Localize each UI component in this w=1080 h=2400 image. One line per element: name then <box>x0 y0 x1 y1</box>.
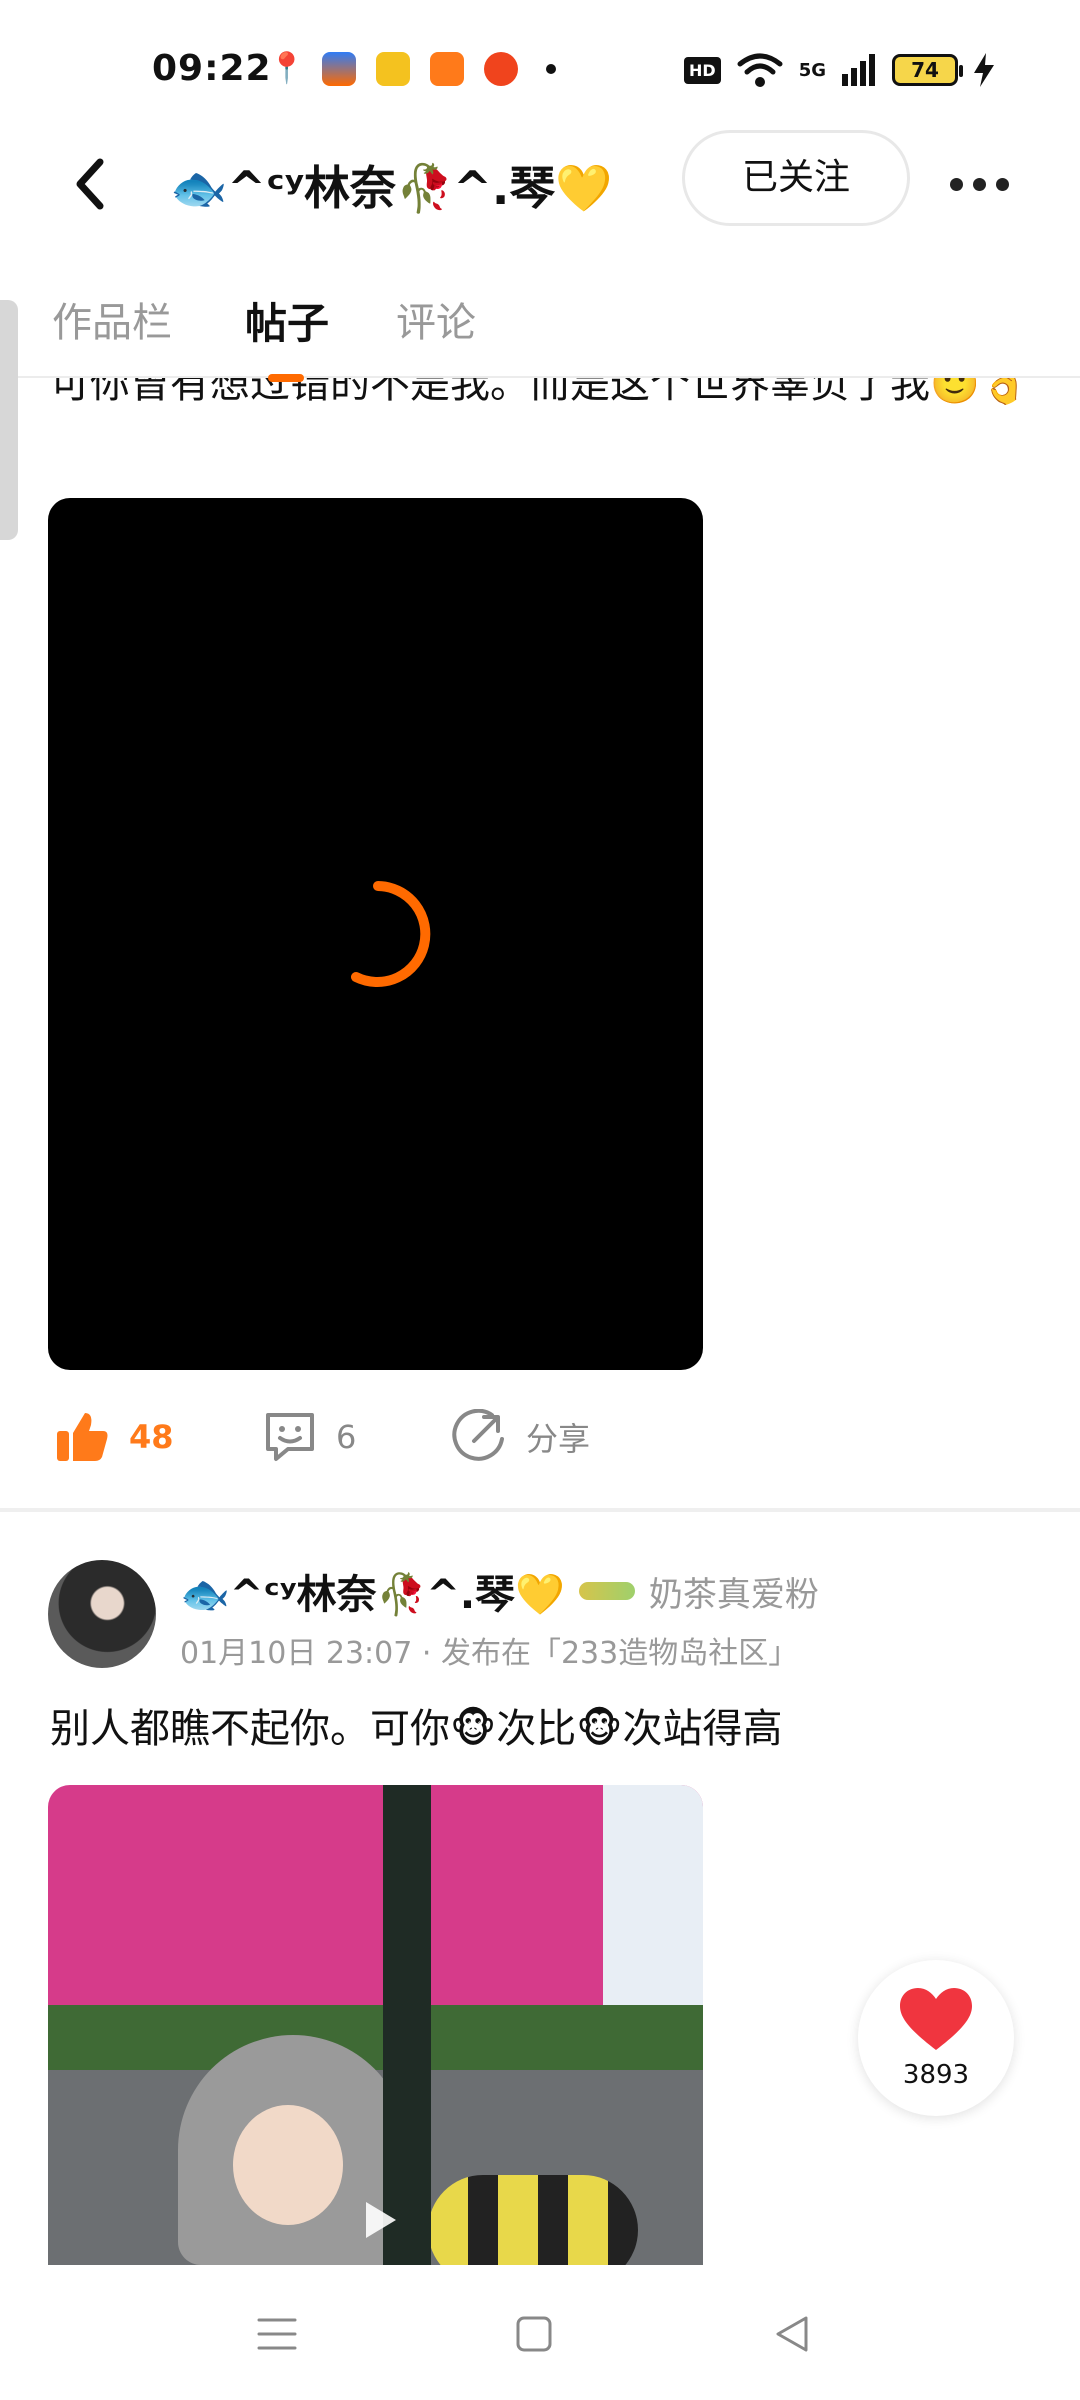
post-video-thumbnail[interactable] <box>48 1785 703 2265</box>
loading-spinner-icon <box>351 881 431 987</box>
post-divider <box>0 1508 1080 1512</box>
system-icons: HD 5G 74 <box>684 52 994 88</box>
fan-badge-icon <box>578 1582 635 1600</box>
fan-label: 奶茶真爱粉 <box>648 1574 819 1615</box>
post-actions: 48 6 分享 <box>0 1405 1080 1481</box>
thumbnail-pole <box>383 1785 431 2265</box>
battery-icon: 74 <box>892 54 963 86</box>
hd-icon: HD <box>684 56 721 84</box>
author-name[interactable]: 🐟^ᶜʸ林奈🥀^.琴💛 <box>180 1562 565 1620</box>
charging-icon <box>974 53 994 87</box>
chevron-left-icon <box>76 158 104 210</box>
back-button[interactable] <box>70 154 118 214</box>
share-icon <box>452 1409 504 1461</box>
map-pin-icon: 📍 <box>268 51 306 86</box>
signal-icon <box>842 54 875 86</box>
more-notifications-dot <box>546 64 556 74</box>
wifi-icon <box>737 53 783 87</box>
like-button[interactable]: 48 <box>55 1409 174 1465</box>
system-nav-bar <box>0 2268 1080 2400</box>
back-nav-icon[interactable] <box>770 2312 814 2356</box>
post-author-row: 🐟^ᶜʸ林奈🥀^.琴💛 奶茶真爱粉 <box>180 1562 819 1620</box>
heart-icon <box>900 1988 972 2050</box>
profile-header: 🐟^ᶜʸ林奈🥀^.琴💛 已关注 <box>0 130 1080 250</box>
comment-icon <box>266 1413 314 1461</box>
network-type: 5G <box>798 59 826 81</box>
menu-icon[interactable] <box>255 2312 299 2356</box>
notes-app-icon <box>376 52 410 86</box>
more-options-button[interactable] <box>950 154 1014 214</box>
game-app-icon <box>430 52 464 86</box>
thumbs-up-icon <box>57 1413 108 1461</box>
active-tab-indicator <box>268 374 304 382</box>
thumbnail-bee-plush <box>428 2175 638 2265</box>
floating-like-button[interactable]: 3893 <box>858 1960 1014 2116</box>
play-icon[interactable] <box>356 2198 400 2242</box>
post-text[interactable]: 别人都瞧不起你。可你🐵次比🐵次站得高 <box>50 1696 783 1754</box>
tab-posts[interactable]: 帖子 <box>245 290 329 351</box>
share-label: 分享 <box>526 1420 591 1458</box>
avatar[interactable] <box>48 1560 156 1668</box>
video-player[interactable] <box>48 498 703 1370</box>
weibo-app-icon <box>484 52 518 86</box>
comment-button[interactable]: 6 <box>262 1409 356 1465</box>
side-drawer-handle[interactable] <box>0 300 18 540</box>
follow-button[interactable]: 已关注 <box>682 130 910 226</box>
home-icon[interactable] <box>512 2312 556 2356</box>
post-meta[interactable]: 01月10日 23:07 · 发布在「233造物岛社区」 <box>180 1628 798 1672</box>
page-title: 🐟^ᶜʸ林奈🥀^.琴💛 <box>170 161 613 215</box>
comment-count: 6 <box>336 1418 357 1456</box>
share-button[interactable]: 分享 <box>452 1409 590 1465</box>
tab-works[interactable]: 作品栏 <box>52 290 172 348</box>
profile-tabs: 作品栏 帖子 评论 <box>0 278 1080 382</box>
more-dot-icon <box>996 177 1009 191</box>
notification-icons: 📍 <box>268 52 556 86</box>
floating-like-count: 3893 <box>902 2060 970 2090</box>
thumbnail-hedge <box>48 2005 703 2075</box>
thumbnail-face <box>233 2105 343 2225</box>
app-notification-icon <box>322 52 356 86</box>
like-count: 48 <box>129 1418 174 1456</box>
status-time: 09:22 <box>152 48 272 89</box>
more-dot-icon <box>973 177 986 191</box>
status-bar: 09:22 📍 HD 5G 74 <box>0 0 1080 130</box>
more-dot-icon <box>950 177 963 191</box>
tab-comments[interactable]: 评论 <box>396 290 476 348</box>
